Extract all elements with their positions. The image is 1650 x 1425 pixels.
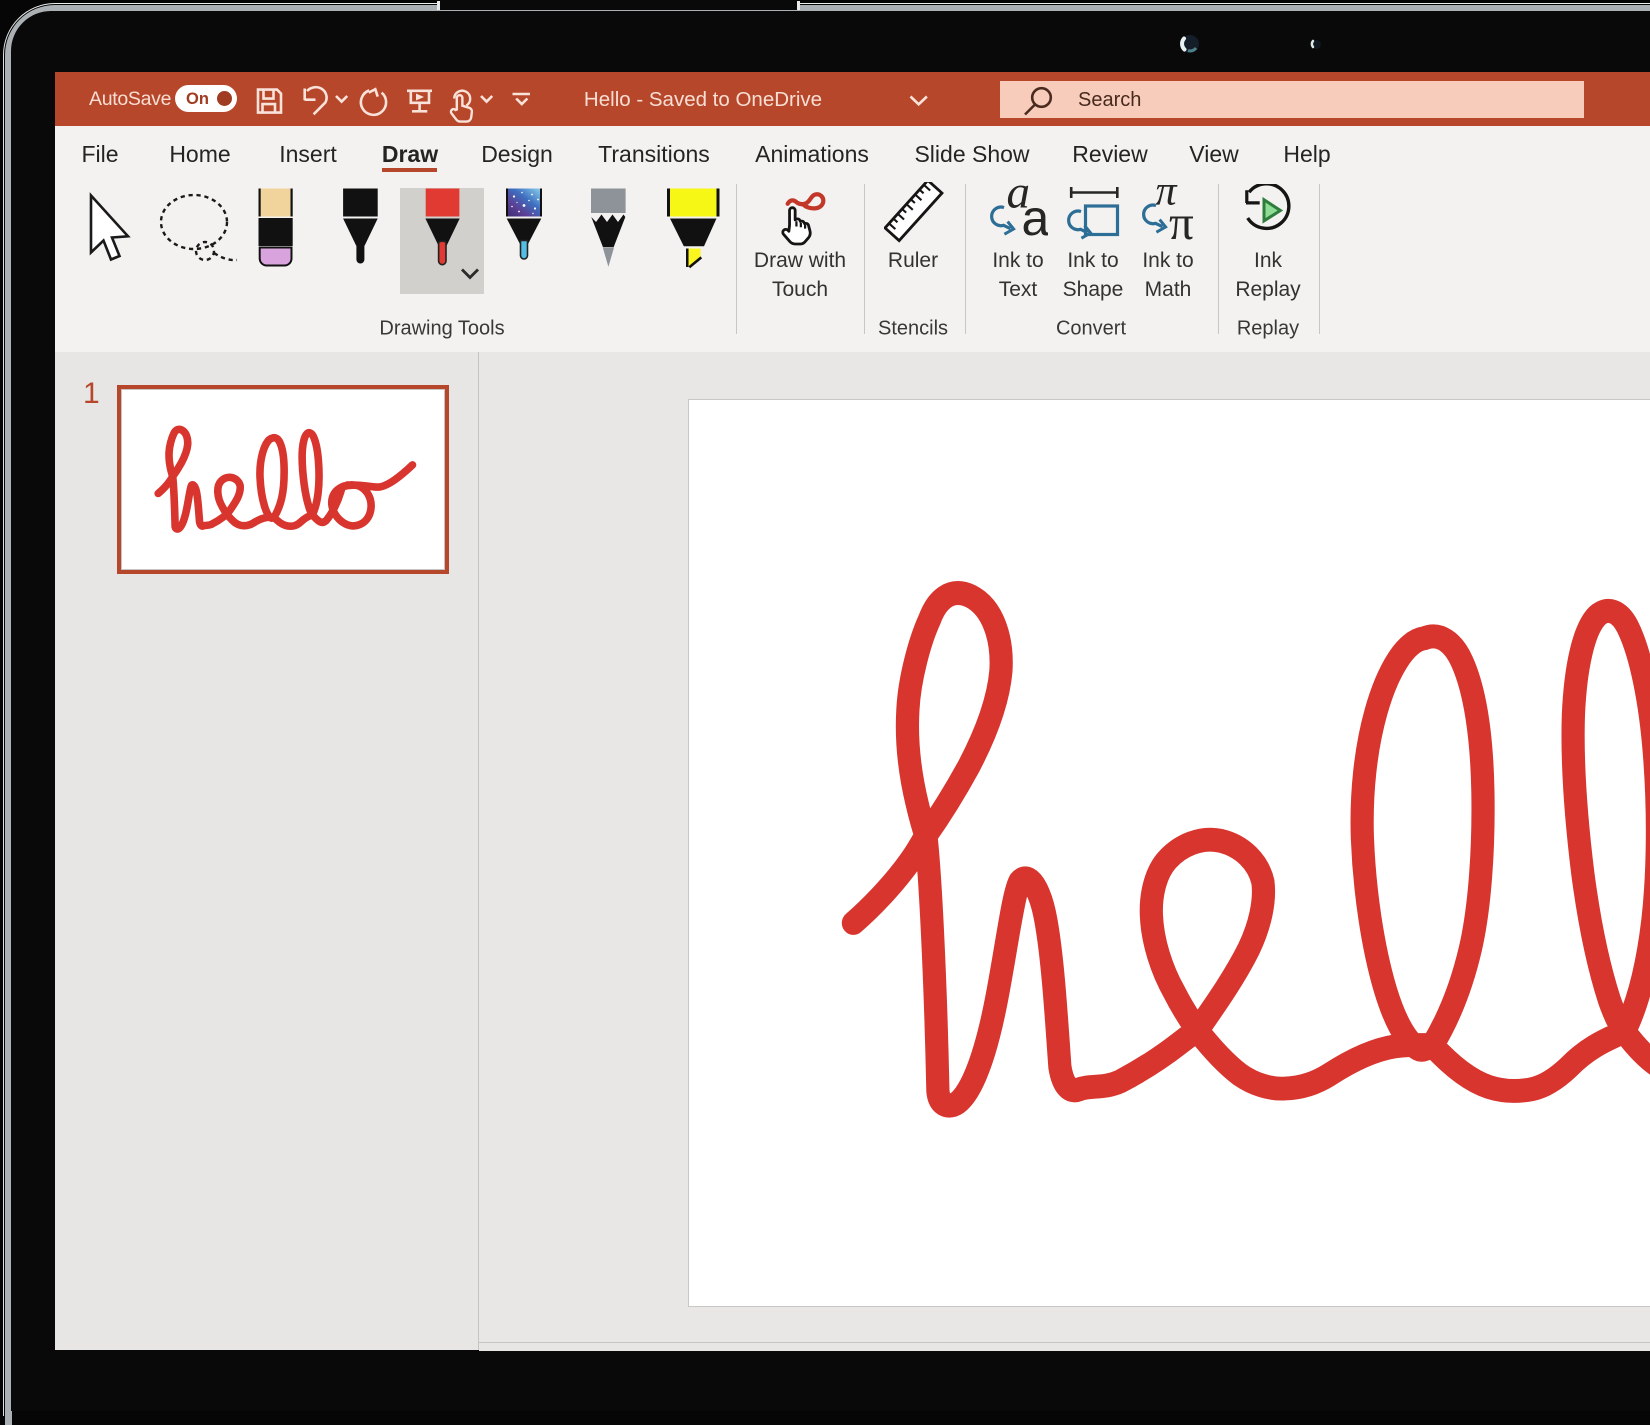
svg-text:a: a bbox=[1022, 190, 1049, 246]
svg-text:π: π bbox=[1169, 195, 1194, 246]
